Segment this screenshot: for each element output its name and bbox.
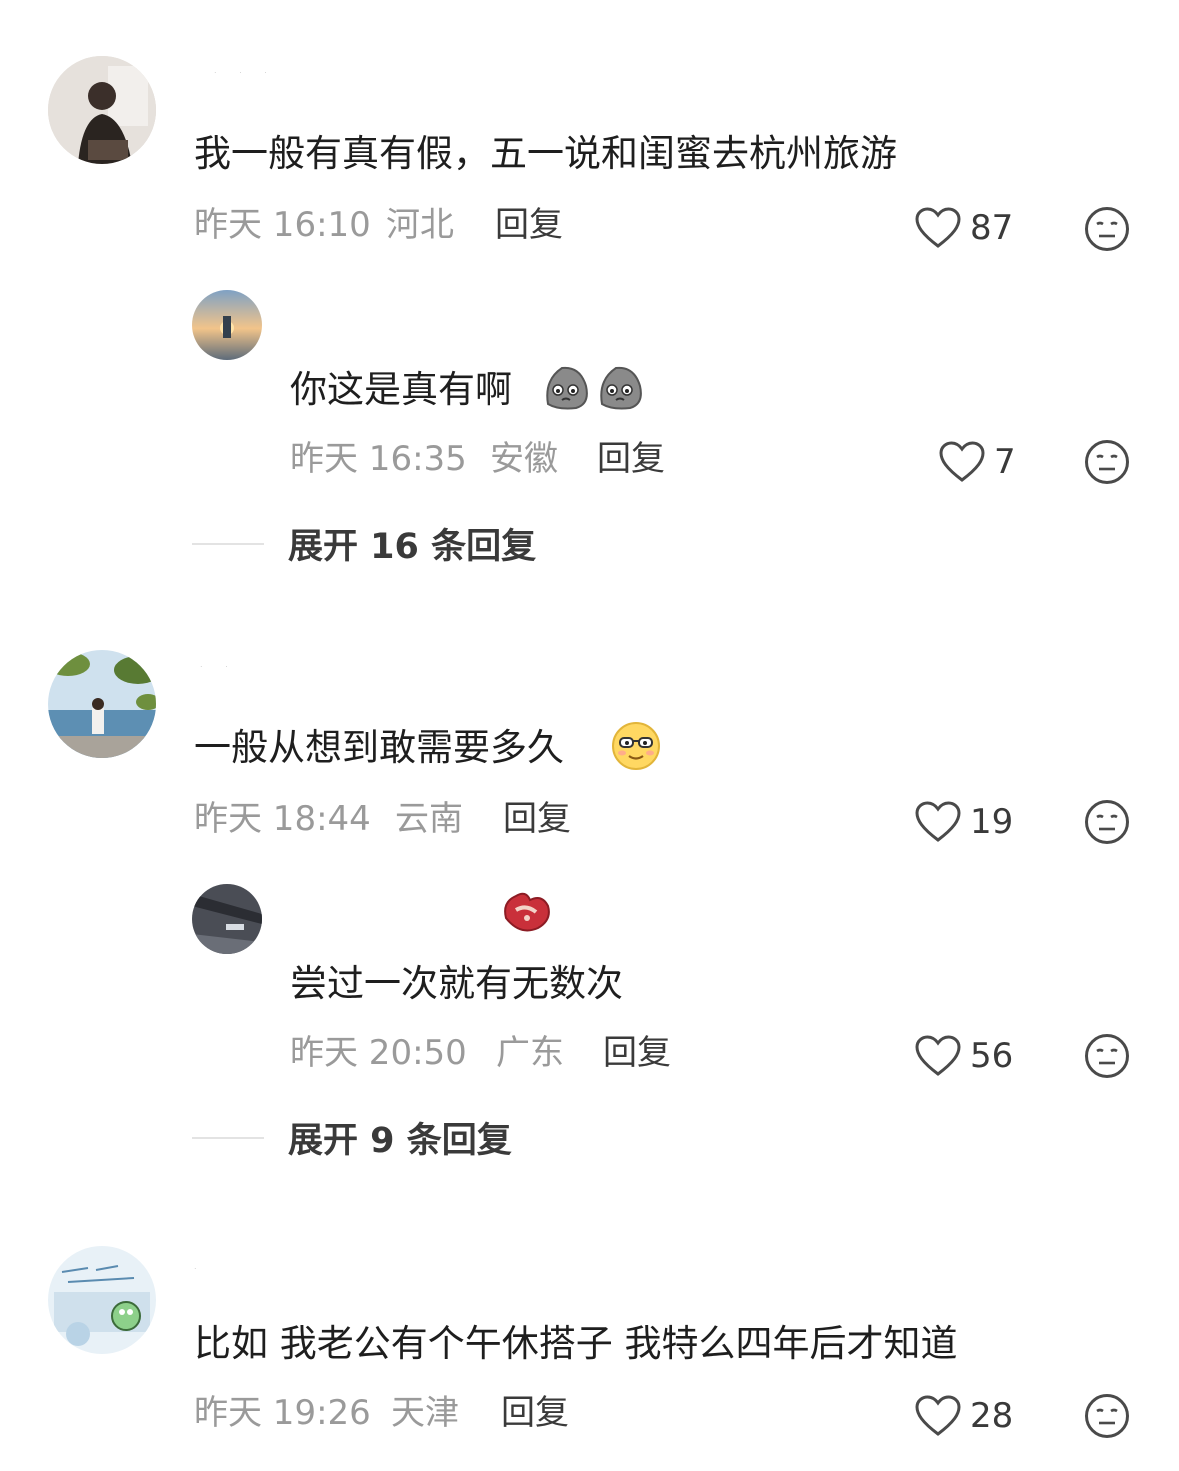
reply-button[interactable]: 回复 xyxy=(603,1031,671,1075)
heart-outline-icon xyxy=(939,441,985,482)
reply-meta-time: 昨天 16:35 xyxy=(290,439,467,479)
reply-text: 你这是真有啊 xyxy=(290,368,512,411)
avatar[interactable] xyxy=(48,56,156,164)
like-button[interactable]: 56 xyxy=(914,1031,1013,1081)
neutral-face-icon[interactable] xyxy=(1084,1393,1130,1439)
rock-face-emoji xyxy=(546,366,588,410)
comment-meta-location: 河北 xyxy=(386,205,454,245)
avatar[interactable] xyxy=(48,650,156,758)
like-count: 56 xyxy=(970,1036,1014,1076)
comment-meta-time: 昨天 16:10 xyxy=(194,205,371,245)
expand-replies-label: 展开 9 条回复 xyxy=(288,1121,512,1161)
reply-button[interactable]: 回复 xyxy=(495,203,563,247)
heart-outline-icon xyxy=(915,1395,961,1436)
rock-face-emoji xyxy=(600,366,642,410)
like-button[interactable]: 87 xyxy=(914,203,1013,253)
neutral-face-icon[interactable] xyxy=(1084,799,1130,845)
expand-replies-button[interactable]: 展开 9 条回复 xyxy=(192,1112,512,1163)
username-placeholder[interactable]: . . xyxy=(200,660,238,669)
reply-meta-location: 广东 xyxy=(496,1033,564,1073)
neutral-face-icon[interactable] xyxy=(1084,1033,1130,1079)
avatar-dark-icon xyxy=(192,884,262,954)
expand-replies-label: 展开 16 条回复 xyxy=(288,527,537,567)
like-button[interactable]: 7 xyxy=(938,437,1016,487)
divider-line xyxy=(192,1136,264,1139)
like-count: 87 xyxy=(970,208,1014,248)
neutral-face-icon[interactable] xyxy=(1084,439,1130,485)
heart-outline-icon xyxy=(915,1035,961,1076)
username-placeholder[interactable]: . xyxy=(194,1262,207,1271)
reply-meta-time: 昨天 20:50 xyxy=(290,1033,467,1073)
reply-button[interactable]: 回复 xyxy=(501,1391,569,1435)
steak-emoji xyxy=(504,892,550,932)
glasses-face-emoji xyxy=(612,722,660,770)
like-button[interactable]: 28 xyxy=(914,1391,1013,1441)
avatar[interactable] xyxy=(192,884,262,954)
username-placeholder[interactable]: . . . xyxy=(214,66,277,75)
comment-text: 我一般有真有假，五一说和闺蜜去杭州旅游 xyxy=(194,132,897,175)
avatar-cartoon-icon xyxy=(48,1246,156,1354)
comment-meta-location: 云南 xyxy=(395,799,463,839)
divider-line xyxy=(192,542,264,545)
like-count: 19 xyxy=(970,802,1014,842)
avatar-sunset-icon xyxy=(192,290,262,360)
like-button[interactable]: 19 xyxy=(914,797,1013,847)
heart-outline-icon xyxy=(915,207,961,248)
like-count: 28 xyxy=(970,1396,1014,1436)
comment-meta-time: 昨天 19:26 xyxy=(194,1393,371,1433)
reply-text: 尝过一次就有无数次 xyxy=(290,962,623,1005)
reply-button[interactable]: 回复 xyxy=(503,797,571,841)
comment-text: 比如 我老公有个午休搭子 我特么四年后才知道 xyxy=(194,1322,958,1365)
comment-meta-location: 天津 xyxy=(391,1393,459,1433)
avatar-seaside-icon xyxy=(48,650,156,758)
avatar[interactable] xyxy=(192,290,262,360)
neutral-face-icon[interactable] xyxy=(1084,206,1130,252)
comment-text: 一般从想到敢需要多久 xyxy=(194,726,564,769)
heart-outline-icon xyxy=(915,801,961,842)
reply-meta-location: 安徽 xyxy=(490,439,558,479)
comment-meta-time: 昨天 18:44 xyxy=(194,799,371,839)
like-count: 7 xyxy=(994,442,1016,482)
avatar[interactable] xyxy=(48,1246,156,1354)
expand-replies-button[interactable]: 展开 16 条回复 xyxy=(192,518,536,569)
reply-button[interactable]: 回复 xyxy=(597,437,665,481)
avatar-photo-icon xyxy=(48,56,156,164)
